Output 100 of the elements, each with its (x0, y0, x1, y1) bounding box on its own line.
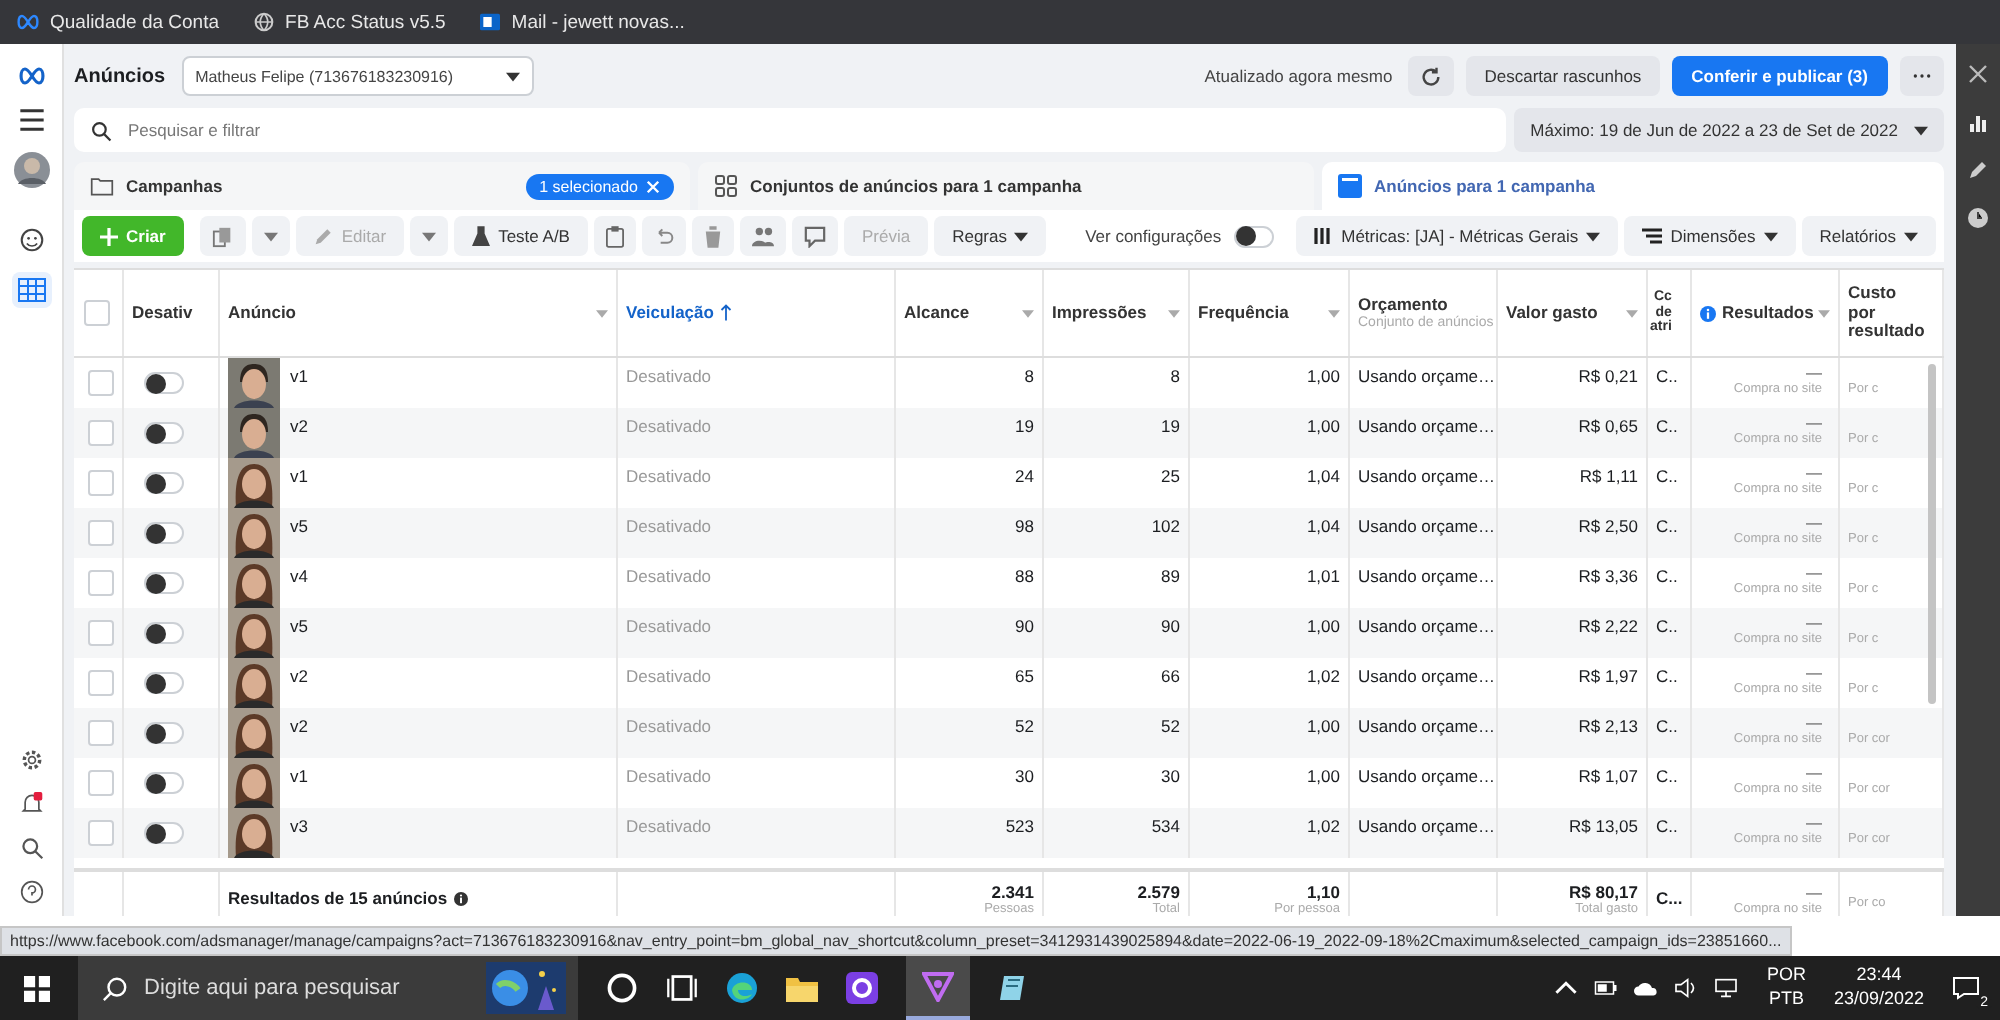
metrics-dropdown[interactable]: Métricas: [JA] - Métricas Gerais (1295, 216, 1619, 256)
selection-badge[interactable]: 1 selecionado (525, 173, 674, 199)
cloud-icon[interactable] (1634, 978, 1659, 998)
ad-name[interactable]: v2 (290, 716, 308, 736)
checkbox[interactable] (84, 300, 110, 326)
help-icon[interactable] (17, 880, 45, 904)
ad-name[interactable]: v4 (290, 566, 308, 586)
ad-name[interactable]: v5 (290, 516, 308, 536)
browser-icon[interactable] (726, 972, 758, 1004)
discard-button[interactable]: Descartar rascunhos (1466, 56, 1660, 96)
account-dropdown[interactable]: Matheus Felipe (713676183230916) (181, 56, 534, 96)
app-icon[interactable] (846, 972, 878, 1004)
network-icon[interactable] (1714, 978, 1739, 998)
bell-icon[interactable] (17, 792, 45, 816)
bookmark[interactable]: Qualidade da Conta (16, 11, 220, 33)
column-header[interactable]: Valor gasto (1498, 270, 1648, 356)
column-header[interactable]: Resultados (1692, 270, 1840, 356)
column-header[interactable]: Anúncio (220, 270, 618, 356)
ad-name[interactable]: v2 (290, 416, 308, 436)
column-header[interactable]: Veiculação (618, 270, 896, 356)
close-icon[interactable] (1968, 64, 1988, 84)
list-icon (1642, 228, 1663, 244)
circle-icon[interactable] (606, 972, 638, 1004)
column-header[interactable]: Frequência (1190, 270, 1350, 356)
ad-name[interactable]: v1 (290, 766, 308, 786)
folder-icon[interactable] (786, 972, 818, 1004)
ad-name[interactable]: v5 (290, 616, 308, 636)
checkbox[interactable] (88, 570, 114, 596)
bar-chart-icon[interactable] (1968, 112, 1988, 132)
pencil-icon[interactable] (1968, 160, 1988, 180)
clock-icon[interactable] (1968, 208, 1988, 228)
settings-icon[interactable] (17, 748, 45, 772)
comment-button[interactable] (791, 216, 838, 256)
toggle-switch[interactable] (1233, 225, 1274, 247)
column-header[interactable]: Custo por resultado (1840, 270, 1944, 356)
battery-icon[interactable] (1594, 978, 1619, 998)
duplicate-button[interactable] (199, 216, 246, 256)
toggle-switch[interactable] (143, 422, 183, 444)
windows-icon[interactable] (24, 975, 50, 1001)
column-header[interactable]: Desativ (124, 270, 220, 356)
search-icon[interactable] (17, 836, 45, 860)
date-range-dropdown[interactable]: Máximo: 19 de Jun de 2022 a 23 de Set de 2022 (1514, 108, 1944, 152)
tab[interactable]: Campanhas 1 selecionado (74, 162, 690, 210)
reports-dropdown[interactable]: Relatórios (1801, 216, 1936, 256)
checkbox[interactable] (88, 420, 114, 446)
menu-icon[interactable] (17, 108, 45, 132)
chevron-up-icon[interactable] (1554, 978, 1579, 998)
bookmark[interactable]: Mail - jewett novas... (477, 11, 685, 33)
checkbox[interactable] (88, 820, 114, 846)
people-button[interactable] (739, 216, 786, 256)
checkbox[interactable] (88, 670, 114, 696)
tab[interactable]: Anúncios para 1 campanha (1322, 162, 1944, 210)
tab[interactable]: Conjuntos de anúncios para 1 campanha (698, 162, 1314, 210)
toggle-switch[interactable] (143, 372, 183, 394)
toggle-switch[interactable] (143, 672, 183, 694)
dropdown-button[interactable] (410, 216, 449, 256)
avatar[interactable] (13, 152, 49, 188)
speaker-icon[interactable] (1674, 978, 1699, 998)
delete-button[interactable] (691, 216, 734, 256)
smiley-icon[interactable] (17, 228, 45, 252)
undo-button[interactable] (641, 216, 686, 256)
checkbox[interactable] (88, 620, 114, 646)
toggle-switch[interactable] (143, 772, 183, 794)
task-view-icon[interactable] (666, 972, 698, 1004)
toggle-switch[interactable] (143, 722, 183, 744)
toggle-switch[interactable] (143, 522, 183, 544)
toggle-switch[interactable] (143, 572, 183, 594)
column-header[interactable]: Alcance (896, 270, 1044, 356)
toggle-switch[interactable] (143, 622, 183, 644)
publish-button[interactable]: Conferir e publicar (3) (1671, 56, 1888, 96)
bookmark[interactable]: FB Acc Status v5.5 (251, 11, 446, 33)
keyboard-layout[interactable]: PTB (1768, 988, 1804, 1012)
notebook-icon[interactable] (998, 972, 1030, 1004)
ab-test-button[interactable]: Teste A/B (454, 216, 588, 256)
ad-name[interactable]: v1 (290, 366, 308, 386)
taskbar-app-button[interactable] (906, 956, 970, 1020)
refresh-button[interactable] (1408, 56, 1455, 96)
notification-icon[interactable] (1952, 976, 1980, 1000)
clock-time[interactable]: 23:44 (1856, 964, 1902, 988)
ad-name[interactable]: v3 (290, 816, 308, 836)
search-field[interactable]: Pesquisar e filtrar (74, 108, 1507, 152)
checkbox[interactable] (88, 370, 114, 396)
clipboard-button[interactable] (593, 216, 636, 256)
dropdown-button[interactable] (251, 216, 290, 256)
ad-name[interactable]: v1 (290, 466, 308, 486)
clock-date[interactable]: 23/09/2022 (1833, 988, 1924, 1012)
checkbox[interactable] (88, 470, 114, 496)
checkbox[interactable] (88, 770, 114, 796)
toggle-switch[interactable] (143, 822, 183, 844)
dimensions-dropdown[interactable]: Dimensões (1624, 216, 1796, 256)
checkbox[interactable] (88, 720, 114, 746)
table-view-button[interactable] (11, 272, 51, 308)
ad-name[interactable]: v2 (290, 666, 308, 686)
input-language[interactable]: POR (1766, 964, 1806, 988)
scrollbar[interactable] (1928, 364, 1936, 704)
infinity-icon[interactable] (17, 64, 45, 88)
column-header[interactable]: Impressões (1044, 270, 1190, 356)
checkbox[interactable] (88, 520, 114, 546)
toggle-switch[interactable] (143, 472, 183, 494)
rules-dropdown[interactable]: Regras (934, 216, 1047, 256)
